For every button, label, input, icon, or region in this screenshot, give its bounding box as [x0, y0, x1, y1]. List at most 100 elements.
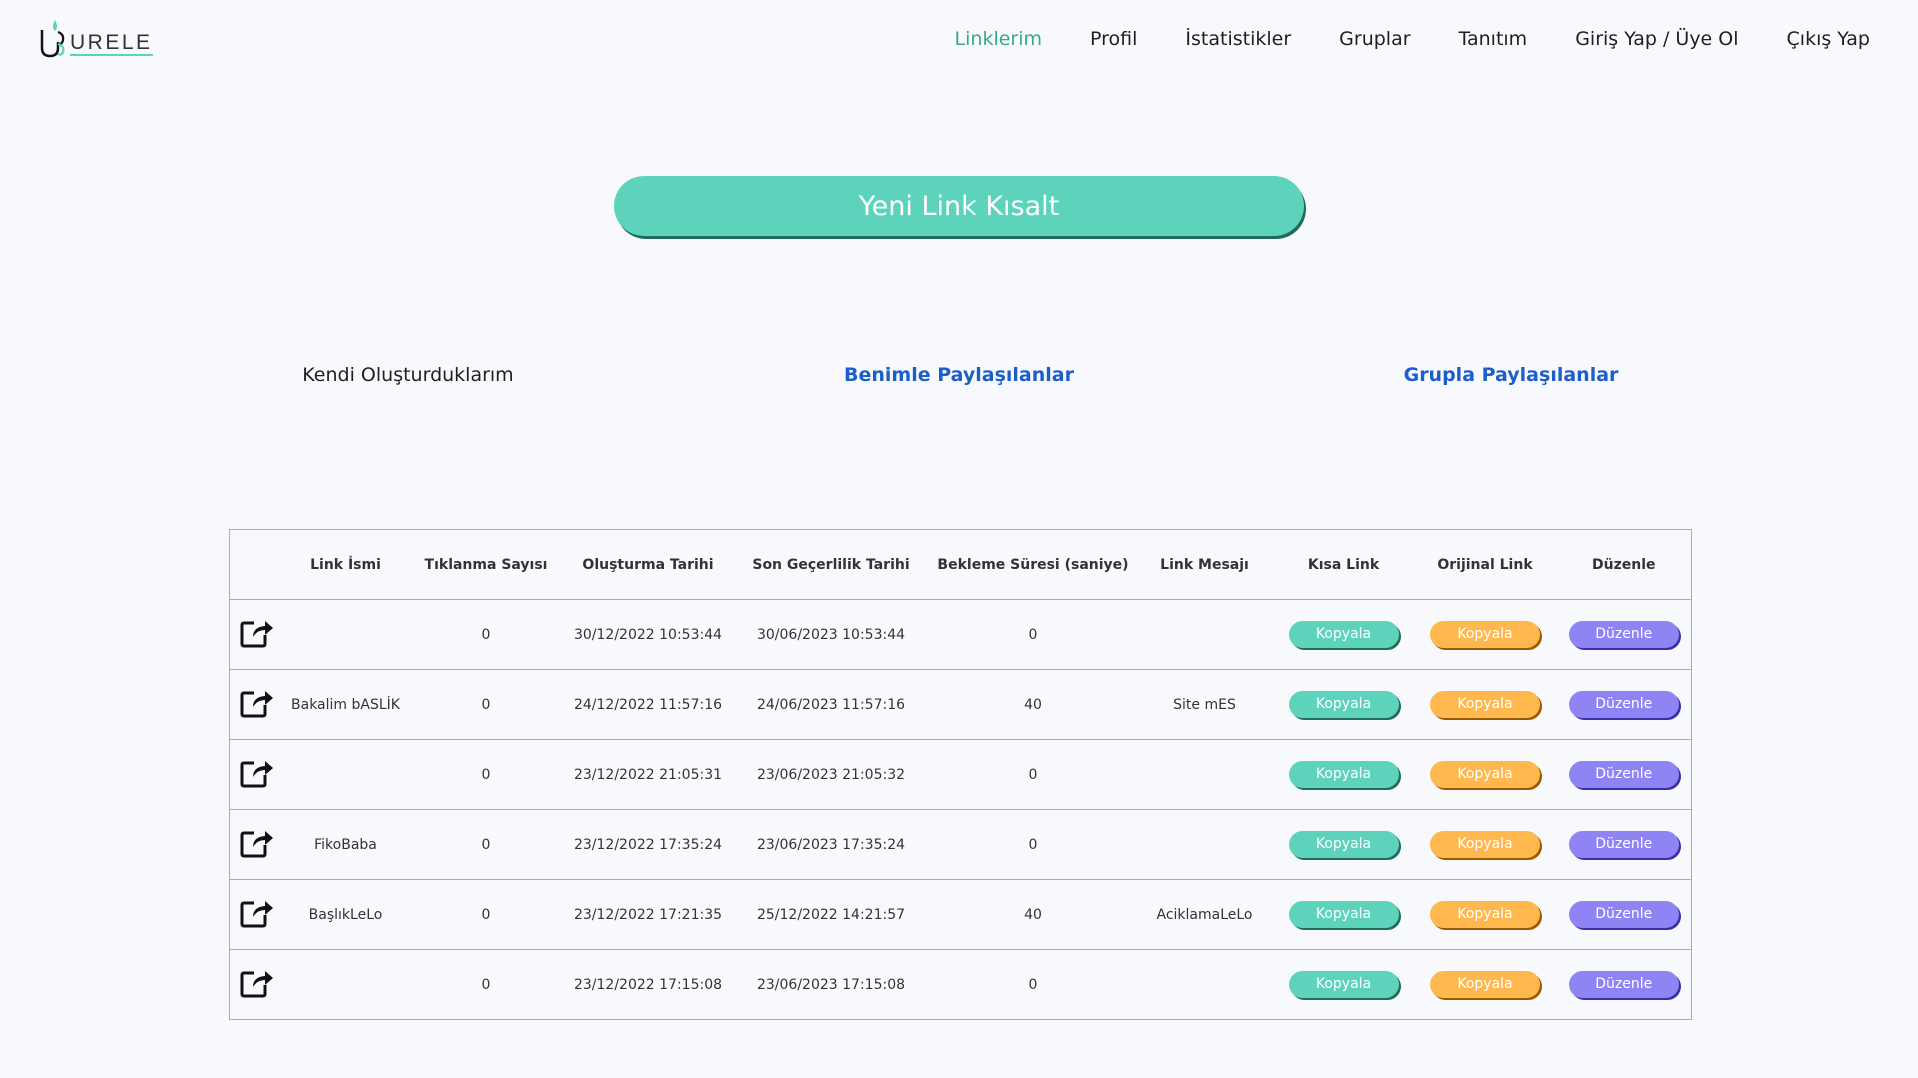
external-link-icon[interactable] — [239, 687, 275, 723]
cell-click-count: 0 — [407, 669, 565, 740]
external-link-icon[interactable] — [239, 827, 275, 863]
cell-edit: Düzenle — [1557, 950, 1692, 1020]
cell-click-count: 0 — [407, 599, 565, 670]
cell-wait-time: 40 — [930, 879, 1136, 950]
nav-item-istatistikler[interactable]: İstatistikler — [1185, 22, 1291, 56]
cell-original-link: Kopyala — [1413, 809, 1557, 880]
cell-link-name — [283, 599, 408, 670]
table-row: Bakalim bASLİK 0 24/12/2022 11:57:16 24/06/… — [229, 669, 1692, 740]
cell-short-link: Kopyala — [1273, 879, 1414, 950]
cell-created-date: 23/12/2022 21:05:31 — [564, 739, 732, 810]
copy-original-link-button[interactable]: Kopyala — [1430, 691, 1540, 718]
cell-link-message — [1136, 950, 1274, 1020]
copy-short-link-button[interactable]: Kopyala — [1288, 971, 1399, 998]
external-link-icon[interactable] — [239, 757, 275, 793]
logo-mark-icon — [40, 20, 65, 58]
link-filter-tabs: Kendi Oluşturduklarım Benimle Paylaşılan… — [0, 360, 1918, 392]
cell-short-link: Kopyala — [1273, 739, 1414, 810]
links-table: Link İsmi Tıklanma Sayısı Oluşturma Tari… — [229, 529, 1692, 1020]
tab-shared-with-group[interactable]: Grupla Paylaşılanlar — [1404, 364, 1619, 386]
cell-wait-time: 0 — [930, 739, 1136, 810]
copy-original-link-button[interactable]: Kopyala — [1430, 621, 1540, 648]
header-short-link: Kısa Link — [1273, 529, 1414, 600]
cell-expiry-date: 30/06/2023 10:53:44 — [731, 599, 931, 670]
cell-original-link: Kopyala — [1413, 669, 1557, 740]
cell-created-date: 24/12/2022 11:57:16 — [564, 669, 732, 740]
copy-short-link-button[interactable]: Kopyala — [1288, 761, 1399, 788]
header-wait-time: Bekleme Süresi (saniye) — [930, 529, 1136, 600]
copy-short-link-button[interactable]: Kopyala — [1288, 901, 1399, 928]
cell-created-date: 23/12/2022 17:35:24 — [564, 809, 732, 880]
copy-original-link-button[interactable]: Kopyala — [1430, 761, 1540, 788]
nav-item-login-register[interactable]: Giriş Yap / Üye Ol — [1575, 22, 1738, 56]
edit-link-button[interactable]: Düzenle — [1568, 901, 1679, 928]
cell-wait-time: 0 — [930, 809, 1136, 880]
cell-wait-time: 0 — [930, 599, 1136, 670]
cell-link-message — [1135, 599, 1274, 670]
copy-short-link-button[interactable]: Kopyala — [1288, 831, 1399, 858]
open-cell — [229, 669, 284, 740]
cell-short-link: Kopyala — [1273, 599, 1414, 670]
tab-shared-with-me[interactable]: Benimle Paylaşılanlar — [844, 364, 1074, 386]
nav-item-logout[interactable]: Çıkış Yap — [1787, 22, 1870, 56]
edit-link-button[interactable]: Düzenle — [1568, 971, 1679, 998]
top-nav: Linklerim Profil İstatistikler Gruplar T… — [955, 22, 1870, 56]
cell-wait-time: 40 — [930, 669, 1136, 740]
table-body: 0 30/12/2022 10:53:44 30/06/2023 10:53:44 0… — [229, 599, 1692, 1020]
cell-link-message: Site mES — [1135, 669, 1274, 740]
header-edit: Düzenle — [1556, 529, 1692, 600]
cell-link-message — [1135, 739, 1274, 810]
external-link-icon[interactable] — [239, 617, 275, 653]
cell-link-message: AciklamaLeLo — [1135, 879, 1274, 950]
cell-expiry-date: 24/06/2023 11:57:16 — [731, 669, 931, 740]
table-header-row: Link İsmi Tıklanma Sayısı Oluşturma Tari… — [229, 529, 1692, 600]
header-original-link: Orijinal Link — [1413, 529, 1557, 600]
edit-link-button[interactable]: Düzenle — [1568, 621, 1679, 648]
open-cell — [229, 599, 284, 670]
cell-expiry-date: 25/12/2022 14:21:57 — [731, 879, 931, 950]
open-cell — [229, 809, 284, 880]
cell-created-date: 23/12/2022 17:15:08 — [573, 976, 723, 993]
cell-expiry-date: 23/06/2023 17:35:24 — [731, 809, 931, 880]
cell-short-link: Kopyala — [1273, 809, 1414, 880]
external-link-icon[interactable] — [239, 967, 275, 1003]
edit-link-button[interactable]: Düzenle — [1568, 691, 1679, 718]
edit-link-button[interactable]: Düzenle — [1568, 831, 1679, 858]
logo-text: URELE — [70, 31, 153, 56]
copy-original-link-button[interactable]: Kopyala — [1430, 971, 1540, 998]
cell-created-date: 30/12/2022 10:53:44 — [564, 599, 732, 670]
logo[interactable]: URELE — [38, 16, 153, 60]
copy-short-link-button[interactable]: Kopyala — [1288, 691, 1399, 718]
nav-item-linklerim[interactable]: Linklerim — [955, 22, 1042, 56]
cell-short-link: Kopyala — [1274, 950, 1414, 1020]
cell-link-name: BaşlıkLeLo — [283, 879, 408, 950]
cell-expiry-date: 23/06/2023 21:05:32 — [731, 739, 931, 810]
edit-link-button[interactable]: Düzenle — [1568, 761, 1679, 788]
header-click-count: Tıklanma Sayısı — [407, 529, 565, 600]
header-created-date: Oluşturma Tarihi — [564, 529, 732, 600]
cell-link-name: Bakalim bASLİK — [283, 669, 408, 740]
copy-short-link-button[interactable]: Kopyala — [1288, 621, 1399, 648]
cell-click-count: 0 — [407, 879, 565, 950]
cell-wait-time: 0 — [1028, 976, 1038, 993]
nav-item-gruplar[interactable]: Gruplar — [1339, 22, 1410, 56]
cell-link-message — [1135, 809, 1274, 880]
cell-click-count: 0 — [481, 976, 491, 993]
cell-link-name: FikoBaba — [283, 809, 408, 880]
nav-item-profil[interactable]: Profil — [1090, 22, 1137, 56]
copy-original-link-button[interactable]: Kopyala — [1430, 901, 1540, 928]
cell-edit: Düzenle — [1556, 879, 1692, 950]
header-link-name: Link İsmi — [283, 529, 408, 600]
tab-own-links[interactable]: Kendi Oluşturduklarım — [302, 364, 513, 386]
cell-original-link: Kopyala — [1413, 599, 1557, 670]
header-open — [229, 529, 284, 600]
nav-item-tanitim[interactable]: Tanıtım — [1459, 22, 1528, 56]
table-row: 0 23/12/2022 21:05:31 23/06/2023 21:05:32 0… — [229, 739, 1692, 810]
cell-expiry-date: 23/06/2023 17:15:08 — [756, 976, 906, 993]
new-short-link-button[interactable]: Yeni Link Kısalt — [614, 176, 1304, 236]
external-link-icon[interactable] — [239, 897, 275, 933]
cell-edit: Düzenle — [1556, 809, 1692, 880]
copy-original-link-button[interactable]: Kopyala — [1430, 831, 1540, 858]
cell-click-count: 0 — [407, 809, 565, 880]
header-link-message: Link Mesajı — [1135, 529, 1274, 600]
